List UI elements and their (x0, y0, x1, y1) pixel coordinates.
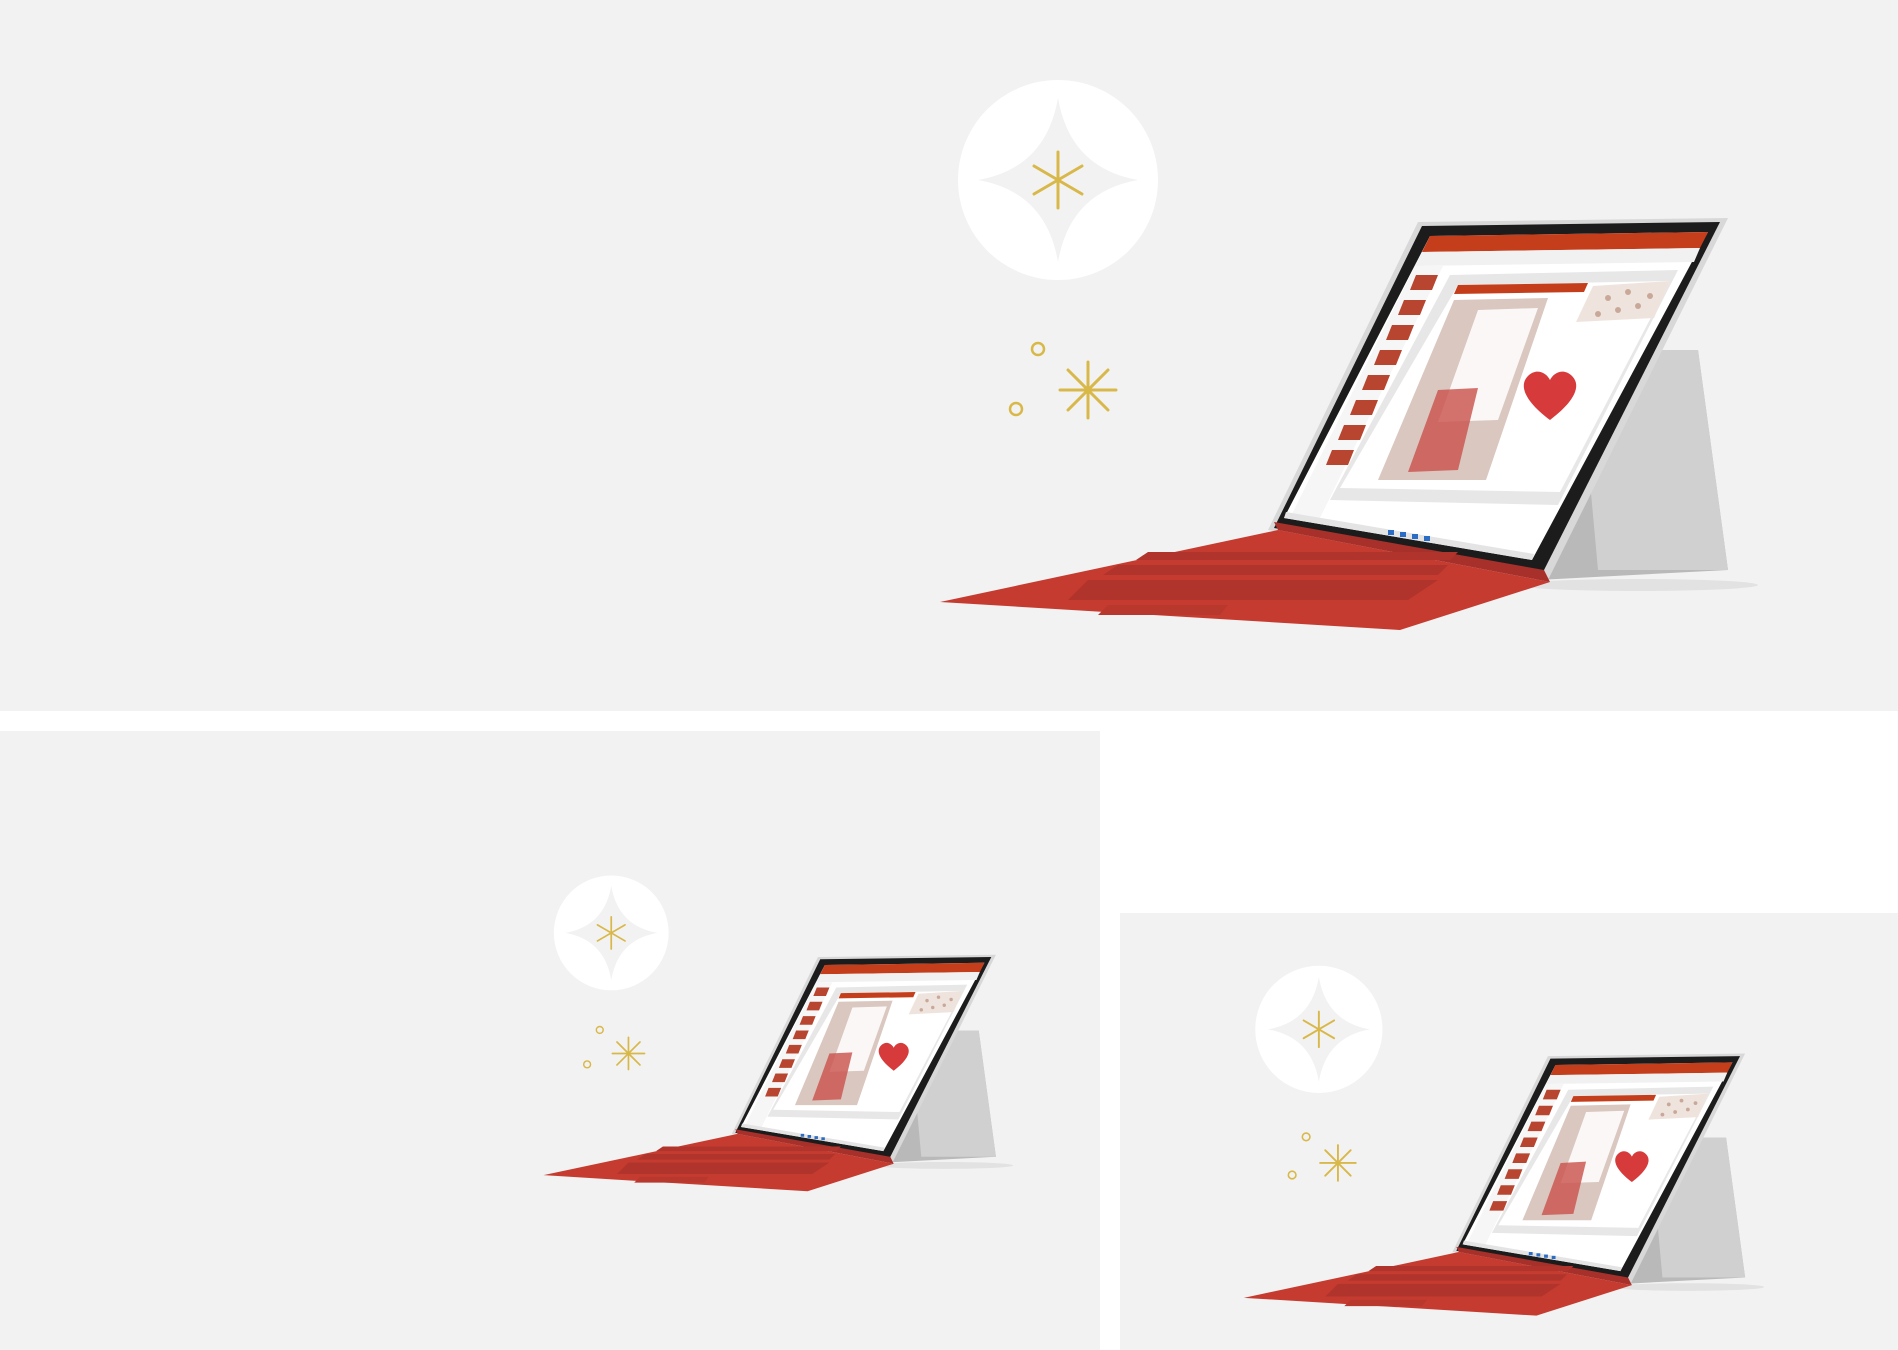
surface-device-scene (542, 874, 1014, 1193)
surface-device-scene (938, 78, 1760, 632)
surface-device-scene (1242, 964, 1766, 1317)
hero-panel-large (0, 0, 1898, 711)
hero-panel-medium (0, 731, 1100, 1350)
hero-panel-small (1120, 913, 1898, 1350)
